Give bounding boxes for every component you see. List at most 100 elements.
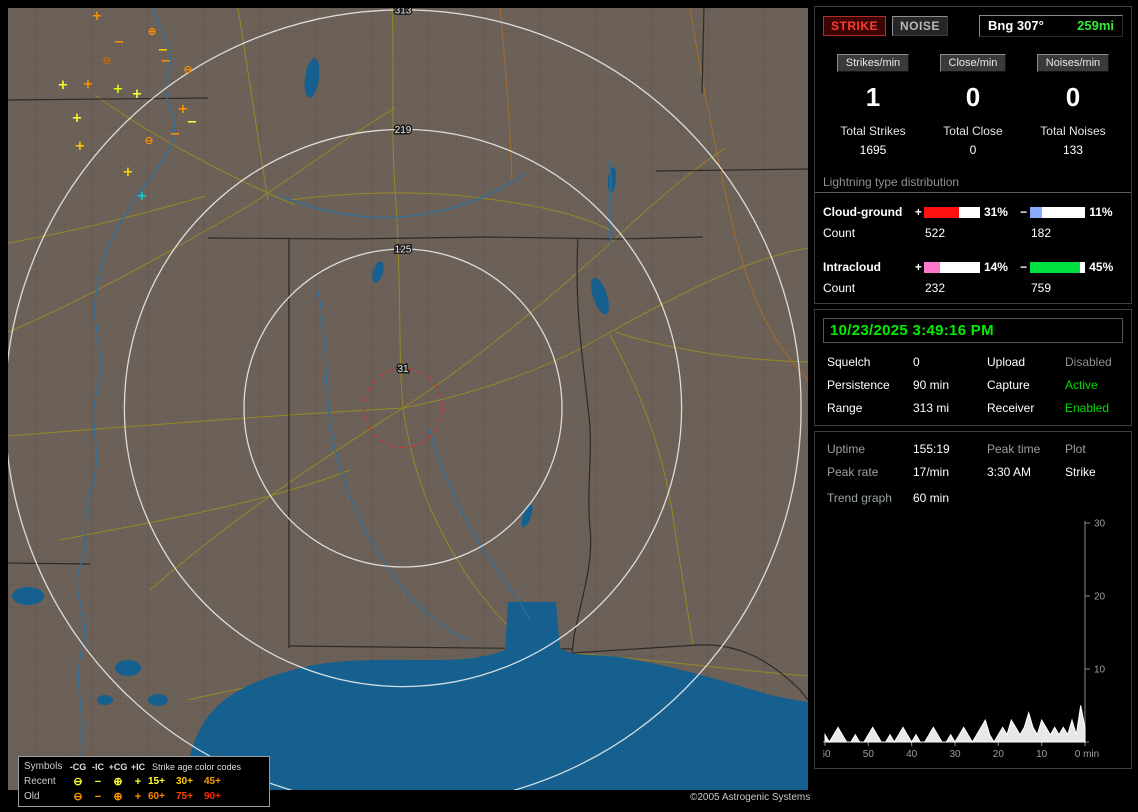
- legend-row: Recent⊖−⊕+15+30+45+: [24, 774, 264, 789]
- cloud-ground-label: Cloud-ground: [823, 205, 912, 219]
- bearing-distance: 259mi: [1077, 18, 1114, 33]
- cg-negative-bar: [1030, 207, 1086, 218]
- legend-row-label: Old: [24, 791, 68, 802]
- trend-series: [825, 706, 1085, 743]
- intracloud-row: Intracloud + 14% − 45%: [823, 260, 1123, 274]
- counter-columns: Strikes/min 1 Total Strikes 1695 Close/m…: [823, 53, 1123, 157]
- range-ring-label: 219: [395, 125, 412, 136]
- strike-symbol: −: [114, 35, 125, 50]
- map-view[interactable]: 31321912531 +⊕−−−⊖⊖+++++⊖++−−++: [8, 8, 808, 790]
- upload-status: Disabled: [1065, 355, 1119, 369]
- ic-negative-bar: [1030, 262, 1086, 273]
- trend-graph-label: Trend graph: [827, 491, 913, 505]
- receiver-label: Receiver: [987, 401, 1065, 415]
- range-value: 313 mi: [913, 401, 987, 415]
- strike-symbol: ⊖: [183, 63, 192, 76]
- upload-label: Upload: [987, 355, 1065, 369]
- strike-symbol: +: [113, 82, 124, 97]
- cg-negative-bar-fill: [1030, 207, 1042, 218]
- trend-graph: 3020106050403020100 min: [823, 515, 1133, 760]
- strike-symbol: +: [72, 111, 83, 126]
- count-label: Count: [823, 281, 925, 295]
- strike-symbol: −: [161, 54, 172, 69]
- legend-symbol: ⊕: [108, 790, 128, 803]
- trend-x-tick: 10: [1036, 749, 1048, 760]
- legend-age-code: 90+: [204, 791, 232, 802]
- bearing-value: Bng 307°: [988, 18, 1044, 33]
- receiver-status: Enabled: [1065, 401, 1119, 415]
- ic-positive-bar: [924, 262, 980, 273]
- stats-panel: STRIKE NOISE Bng 307° 259mi Strikes/min …: [814, 6, 1132, 304]
- plot-value: Strike: [1065, 465, 1119, 479]
- strikes-per-min-button[interactable]: Strikes/min: [837, 54, 909, 72]
- close-per-min-button[interactable]: Close/min: [940, 54, 1007, 72]
- noises-per-min-button[interactable]: Noises/min: [1037, 54, 1109, 72]
- ic-positive-pct: 14%: [984, 260, 1018, 274]
- strike-symbol: ⊕: [147, 25, 156, 38]
- ic-positive-bar-fill: [924, 262, 940, 273]
- legend-symbol: +: [128, 791, 148, 803]
- total-strikes-value: 1695: [823, 143, 923, 157]
- cloud-ground-count-row: Count 522 182: [823, 226, 1123, 240]
- trend-graph-row: Trend graph 60 min: [823, 489, 1123, 507]
- cg-negative-count: 182: [1031, 226, 1051, 240]
- capture-label: Capture: [987, 378, 1065, 392]
- plus-sign: +: [912, 205, 924, 219]
- legend-col-ncg: -CG: [68, 762, 88, 772]
- legend-symbols-title: Symbols: [24, 761, 68, 772]
- ic-negative-bar-fill: [1030, 262, 1080, 273]
- distribution-title: Lightning type distribution: [815, 175, 1131, 193]
- trend-x-tick: 50: [863, 749, 875, 760]
- trend-y-tick: 30: [1094, 519, 1106, 530]
- status-grid: Squelch 0 Upload Disabled Persistence 90…: [823, 353, 1123, 417]
- legend-age-code: 45+: [204, 776, 232, 787]
- persistence-label: Persistence: [827, 378, 913, 392]
- legend-symbol: −: [88, 776, 108, 788]
- strike-symbol: ⊖: [102, 54, 111, 67]
- legend-age-code: 30+: [176, 776, 204, 787]
- strike-mode-button[interactable]: STRIKE: [823, 16, 886, 36]
- trend-x-tick: 30: [949, 749, 961, 760]
- legend-age-code: 15+: [148, 776, 176, 787]
- range-ring-label: 125: [395, 245, 412, 256]
- uptime-label: Uptime: [827, 442, 913, 456]
- total-strikes-label: Total Strikes: [823, 124, 923, 138]
- trend-panel: Uptime 155:19 Peak time Plot Peak rate 1…: [814, 431, 1132, 769]
- map-canvas: 31321912531 +⊕−−−⊖⊖+++++⊖++−−++: [8, 8, 808, 790]
- peak-time-value: 3:30 AM: [987, 465, 1065, 479]
- close-per-min-value: 0: [923, 78, 1023, 116]
- range-ring-label: 313: [395, 8, 412, 16]
- noises-per-min-value: 0: [1023, 78, 1123, 116]
- ic-negative-count: 759: [1031, 281, 1051, 295]
- peak-time-label: Peak time: [987, 442, 1065, 456]
- map-legend: Symbols -CG -IC +CG +IC Strike age color…: [18, 756, 270, 807]
- legend-row-label: Recent: [24, 776, 68, 787]
- persistence-value: 90 min: [913, 378, 987, 392]
- ic-negative-pct: 45%: [1089, 260, 1123, 274]
- range-ring-label: 31: [397, 364, 409, 375]
- strike-symbol: +: [132, 87, 143, 102]
- strike-symbol: +: [123, 165, 134, 180]
- legend-col-pcg: +CG: [108, 762, 128, 772]
- status-panel: 10/23/2025 3:49:16 PM Squelch 0 Upload D…: [814, 309, 1132, 426]
- range-label: Range: [827, 401, 913, 415]
- intracloud-count-row: Count 232 759: [823, 281, 1123, 295]
- noises-column: Noises/min 0 Total Noises 133: [1023, 53, 1123, 157]
- legend-col-nic: -IC: [88, 762, 108, 772]
- strike-symbol: +: [83, 77, 94, 92]
- legend-symbol: +: [128, 776, 148, 788]
- strike-symbol: +: [92, 9, 103, 24]
- legend-symbol: −: [88, 791, 108, 803]
- legend-col-pic: +IC: [128, 762, 148, 772]
- strike-symbol: +: [58, 78, 69, 93]
- mode-row: STRIKE NOISE Bng 307° 259mi: [823, 15, 1123, 37]
- strike-symbol: −: [170, 127, 181, 142]
- cg-positive-bar: [924, 207, 980, 218]
- plot-label: Plot: [1065, 442, 1119, 456]
- trend-y-tick: 20: [1094, 592, 1106, 603]
- legend-symbol: ⊖: [68, 775, 88, 788]
- legend-row: Old⊖−⊕+60+75+90+: [24, 789, 264, 804]
- legend-age-title: Strike age color codes: [148, 762, 264, 772]
- noise-mode-button[interactable]: NOISE: [892, 16, 948, 36]
- peak-rate-value: 17/min: [913, 465, 987, 479]
